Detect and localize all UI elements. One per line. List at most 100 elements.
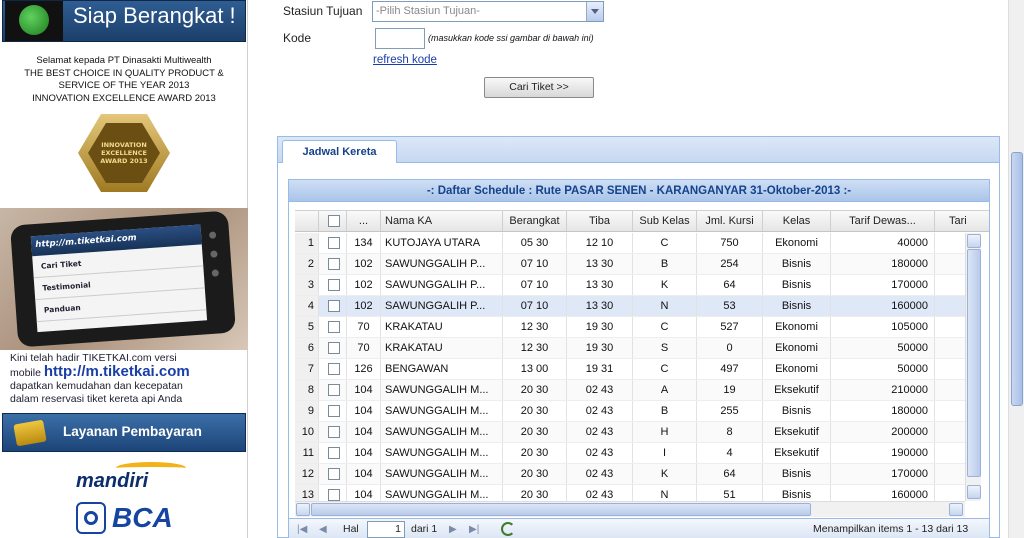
scroll-thumb[interactable] (967, 249, 981, 477)
table-row[interactable]: 7 126 BENGAWAN 13 00 19 31 C 497 Ekonomi 50000 (295, 359, 965, 380)
mobile-url-link[interactable]: http://m.tiketkai.com (44, 363, 190, 380)
next-page-icon[interactable]: ▶ (449, 524, 457, 535)
cell-kelas: Eksekutif (763, 422, 831, 442)
scroll-right-icon[interactable] (949, 503, 963, 516)
cell-tiba: 02 43 (567, 443, 633, 463)
scroll-thumb[interactable] (1011, 152, 1023, 406)
bca-emblem-icon (76, 502, 106, 534)
row-select-cell[interactable] (319, 443, 347, 463)
header-kelas[interactable]: Kelas (763, 211, 831, 231)
table-row[interactable]: 6 70 KRAKATAU 12 30 19 30 S 0 Ekonomi 50000 (295, 338, 965, 359)
table-row[interactable]: 2 102 SAWUNGGALIH P... 07 10 13 30 B 254 Bisnis… (295, 254, 965, 275)
cell-kelas: Eksekutif (763, 443, 831, 463)
checkbox-icon[interactable] (328, 405, 340, 417)
cell-tarif-dewasa: 180000 (831, 401, 935, 421)
prev-page-icon[interactable]: ◀ (319, 524, 327, 535)
header-tiba[interactable]: Tiba (567, 211, 633, 231)
header-select-all[interactable] (319, 211, 347, 231)
header-jml-kursi[interactable]: Jml. Kursi (697, 211, 763, 231)
cell-sub-kelas: K (633, 275, 697, 295)
cell-nama-ka: SAWUNGGALIH M... (381, 443, 503, 463)
cell-tiba: 02 43 (567, 464, 633, 484)
bca-logo[interactable]: BCA (76, 502, 186, 536)
page-input[interactable]: 1 (367, 521, 405, 538)
row-select-cell[interactable] (319, 317, 347, 337)
checkbox-icon[interactable] (328, 426, 340, 438)
tab-jadwal-kereta[interactable]: Jadwal Kereta (282, 140, 397, 163)
table-row[interactable]: 10 104 SAWUNGGALIH M... 20 30 02 43 H 8 Eksekut… (295, 422, 965, 443)
checkbox-icon[interactable] (328, 489, 340, 501)
cell-no-ka: 104 (347, 422, 381, 442)
header-tarif-anak[interactable]: Tari (935, 211, 989, 231)
checkbox-icon[interactable] (328, 468, 340, 480)
row-select-cell[interactable] (319, 254, 347, 274)
last-page-icon[interactable]: ▶| (469, 524, 479, 535)
cell-sub-kelas: B (633, 401, 697, 421)
table-row[interactable]: 9 104 SAWUNGGALIH M... 20 30 02 43 B 255 Bisnis… (295, 401, 965, 422)
mobile-promo-image[interactable]: http://m.tiketkai.com Cari Tiket Testimo… (0, 208, 248, 350)
grid-horizontal-scrollbar[interactable] (295, 501, 965, 517)
row-select-cell[interactable] (319, 296, 347, 316)
table-row[interactable]: 5 70 KRAKATAU 12 30 19 30 C 527 Ekonomi 105000 (295, 317, 965, 338)
first-page-icon[interactable]: |◀ (297, 524, 307, 535)
refresh-icon[interactable] (501, 522, 515, 536)
chevron-down-icon[interactable] (586, 2, 603, 21)
checkbox-icon[interactable] (328, 258, 340, 270)
row-select-cell[interactable] (319, 359, 347, 379)
table-row[interactable]: 11 104 SAWUNGGALIH M... 20 30 02 43 I 4 Eksekut… (295, 443, 965, 464)
scroll-down-icon[interactable] (967, 485, 981, 499)
cell-jml-kursi: 0 (697, 338, 763, 358)
row-select-cell[interactable] (319, 275, 347, 295)
checkbox-icon[interactable] (328, 279, 340, 291)
cell-nama-ka: SAWUNGGALIH P... (381, 275, 503, 295)
checkbox-icon[interactable] (328, 447, 340, 459)
stasiun-tujuan-select[interactable]: -Pilih Stasiun Tujuan- (372, 1, 604, 22)
scroll-up-icon[interactable] (967, 234, 981, 248)
header-col-no[interactable]: ... (347, 211, 381, 231)
header-nama-ka[interactable]: Nama KA (381, 211, 503, 231)
table-row[interactable]: 4 102 SAWUNGGALIH P... 07 10 13 30 N 53 Bisnis 1… (295, 296, 965, 317)
scroll-left-icon[interactable] (296, 503, 310, 516)
header-berangkat[interactable]: Berangkat (503, 211, 567, 231)
row-number: 4 (295, 296, 319, 316)
row-select-cell[interactable] (319, 422, 347, 442)
mobile-promo-text: Kini telah hadir TIKETKAI.com versi mobi… (10, 352, 246, 406)
checkbox-icon[interactable] (328, 215, 340, 227)
cell-jml-kursi: 64 (697, 464, 763, 484)
header-tarif-dewasa[interactable]: Tarif Dewas... (831, 211, 935, 231)
checkbox-icon[interactable] (328, 300, 340, 312)
row-select-cell[interactable] (319, 401, 347, 421)
checkbox-icon[interactable] (328, 237, 340, 249)
kode-input[interactable] (375, 28, 425, 49)
row-select-cell[interactable] (319, 380, 347, 400)
checkbox-icon[interactable] (328, 321, 340, 333)
row-select-cell[interactable] (319, 233, 347, 253)
cell-berangkat: 20 30 (503, 443, 567, 463)
cell-kelas: Bisnis (763, 254, 831, 274)
payment-services-button[interactable]: Layanan Pembayaran (2, 413, 246, 452)
grid-body: 1 134 KUTOJAYA UTARA 05 30 12 10 C 750 Ekonomi 4… (295, 233, 965, 501)
cell-jml-kursi: 64 (697, 275, 763, 295)
kode-label: Kode (283, 31, 312, 45)
checkbox-icon[interactable] (328, 363, 340, 375)
row-select-cell[interactable] (319, 338, 347, 358)
table-row[interactable]: 3 102 SAWUNGGALIH P... 07 10 13 30 K 64 Bisnis 1… (295, 275, 965, 296)
row-select-cell[interactable] (319, 464, 347, 484)
table-row[interactable]: 8 104 SAWUNGGALIH M... 20 30 02 43 A 19 Eksekut… (295, 380, 965, 401)
grid-pager: |◀ ◀ Hal 1 dari 1 ▶ ▶| Menampilkan items… (289, 518, 989, 538)
checkbox-icon[interactable] (328, 342, 340, 354)
scroll-thumb[interactable] (311, 503, 811, 516)
table-row[interactable]: 1 134 KUTOJAYA UTARA 05 30 12 10 C 750 Ekonomi 4… (295, 233, 965, 254)
header-sub-kelas[interactable]: Sub Kelas (633, 211, 697, 231)
cell-nama-ka: BENGAWAN (381, 359, 503, 379)
table-row[interactable]: 12 104 SAWUNGGALIH M... 20 30 02 43 K 64 Bisnis… (295, 464, 965, 485)
grid-vertical-scrollbar[interactable] (965, 233, 981, 501)
mandiri-logo[interactable]: mandiri (76, 462, 186, 494)
siap-berangkat-banner[interactable]: Siap Berangkat ! (2, 0, 246, 42)
cari-tiket-button[interactable]: Cari Tiket >> (484, 77, 594, 98)
row-select-cell[interactable] (319, 485, 347, 501)
page-vertical-scrollbar[interactable] (1008, 0, 1024, 538)
refresh-code-link[interactable]: refresh kode (373, 54, 437, 66)
table-row[interactable]: 13 104 SAWUNGGALIH M... 20 30 02 43 N 51 Bisnis… (295, 485, 965, 501)
checkbox-icon[interactable] (328, 384, 340, 396)
